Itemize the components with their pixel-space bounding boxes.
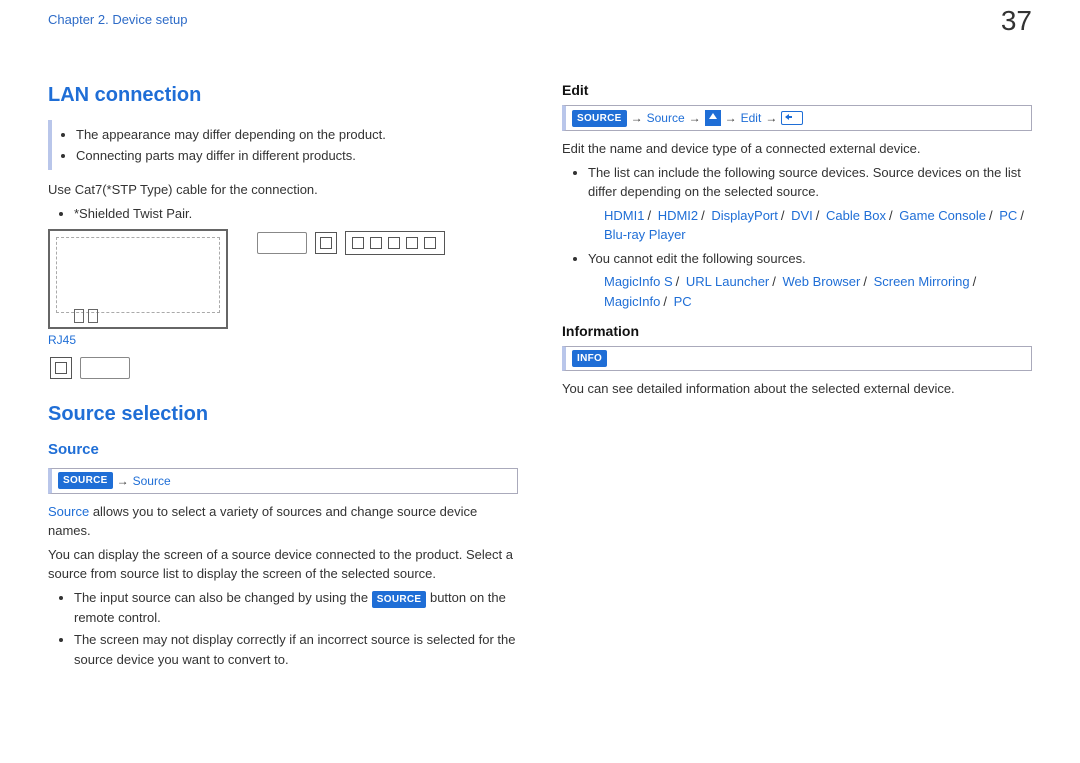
source-paragraph-1-rest: allows you to select a variety of source… (48, 504, 477, 539)
rj45-label: RJ45 (48, 331, 518, 349)
path-edit-text: Edit (741, 109, 762, 127)
cable-connector-icon (80, 357, 130, 379)
left-column: LAN connection The appearance may differ… (48, 80, 518, 673)
noneditable-sources-list: MagicInfo S/ URL Launcher/ Web Browser/ … (604, 272, 1032, 311)
two-column-layout: LAN connection The appearance may differ… (48, 80, 1032, 673)
source-item: Blu-ray Player (604, 227, 686, 242)
source-badge-inline: SOURCE (372, 591, 427, 608)
source-item: HDMI1 (604, 208, 644, 223)
source-item: Cable Box (826, 208, 886, 223)
source-paragraph-1: Source allows you to select a variety of… (48, 502, 518, 541)
cable-connector-icon (257, 232, 307, 254)
source-item: PC (999, 208, 1017, 223)
path-source-text: Source (133, 472, 171, 490)
edit-intro: Edit the name and device type of a conne… (562, 139, 1032, 159)
lan-note-item: The appearance may differ depending on t… (76, 125, 510, 145)
source-item: HDMI2 (658, 208, 698, 223)
editable-sources-list: HDMI1/ HDMI2/ DisplayPort/ DVI/ Cable Bo… (604, 206, 1032, 245)
source-badge: SOURCE (58, 472, 113, 489)
ethernet-port-icon (50, 357, 72, 379)
source-item: Game Console (899, 208, 986, 223)
ethernet-port-icon (315, 232, 337, 254)
page-number: 37 (1001, 0, 1032, 42)
page-header: Chapter 2. Device setup 37 (48, 10, 1032, 40)
arrow-right-icon: → (725, 109, 737, 127)
lan-connection-heading: LAN connection (48, 80, 518, 110)
info-badge: INFO (572, 350, 607, 367)
lan-diagram: RJ45 (48, 229, 518, 381)
up-arrow-icon (705, 110, 721, 126)
display-back-icon (48, 229, 228, 329)
lan-note-item: Connecting parts may differ in different… (76, 146, 510, 166)
chapter-label: Chapter 2. Device setup (48, 12, 187, 27)
edit-bullet-text: The list can include the following sourc… (588, 165, 1021, 200)
source-item: DVI (791, 208, 813, 223)
edit-path-box: SOURCE → Source → → Edit → (562, 105, 1032, 131)
source-item: Screen Mirroring (874, 274, 970, 289)
source-item: Web Browser (783, 274, 861, 289)
edit-bullet: The list can include the following sourc… (588, 163, 1032, 245)
arrow-right-icon: → (117, 472, 129, 490)
cable-instruction: Use Cat7(*STP Type) cable for the connec… (48, 180, 518, 200)
source-item: PC (674, 294, 692, 309)
arrow-right-icon: → (765, 109, 777, 127)
network-hub-icon (345, 231, 445, 255)
edit-heading: Edit (562, 80, 1032, 101)
info-path-box: INFO (562, 346, 1032, 371)
stp-note: *Shielded Twist Pair. (74, 204, 518, 224)
lan-note-box: The appearance may differ depending on t… (48, 120, 518, 170)
source-subheading: Source (48, 439, 518, 462)
source-bullet: The input source can also be changed by … (74, 588, 518, 628)
right-column: Edit SOURCE → Source → → Edit → Edit the… (562, 80, 1032, 673)
source-item: MagicInfo S (604, 274, 673, 289)
information-heading: Information (562, 321, 1032, 342)
source-badge: SOURCE (572, 110, 627, 127)
source-paragraph-2: You can display the screen of a source d… (48, 545, 518, 584)
source-item: MagicInfo (604, 294, 660, 309)
arrow-right-icon: → (689, 109, 701, 127)
edit-bullet-text: You cannot edit the following sources. (588, 251, 806, 266)
info-text: You can see detailed information about t… (562, 379, 1032, 399)
source-selection-heading: Source selection (48, 399, 518, 429)
source-bullet1-pre: The input source can also be changed by … (74, 590, 372, 605)
path-source-text: Source (647, 109, 685, 127)
source-path-box: SOURCE → Source (48, 468, 518, 494)
source-item: URL Launcher (686, 274, 769, 289)
source-item: DisplayPort (711, 208, 777, 223)
arrow-right-icon: → (631, 109, 643, 127)
enter-icon (781, 111, 803, 125)
inline-source-label: Source (48, 504, 89, 519)
source-bullet: The screen may not display correctly if … (74, 630, 518, 669)
edit-bullet: You cannot edit the following sources. M… (588, 249, 1032, 312)
